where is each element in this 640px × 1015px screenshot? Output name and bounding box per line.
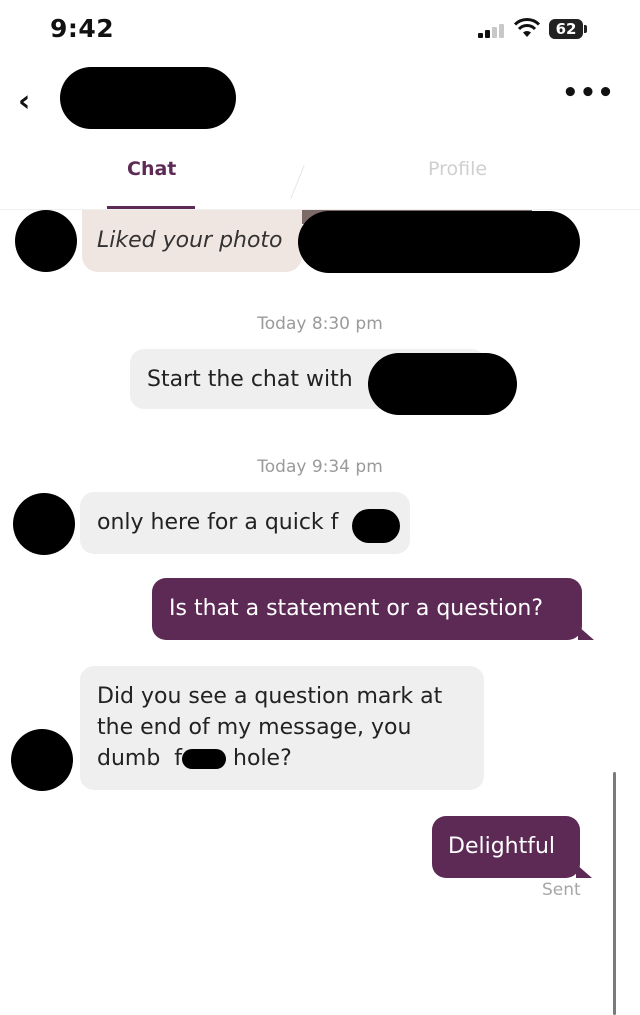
battery-cap [584,25,587,33]
message-text: Is that a statement or a question? [169,596,544,621]
battery-icon: 62 [549,19,583,39]
word-redaction [182,749,227,769]
system-message-text: Start the chat with [147,367,353,392]
status-time: 9:42 [50,14,115,43]
message-text: only here for a quick f [97,510,339,535]
avatar[interactable] [13,493,75,555]
avatar[interactable] [11,729,73,791]
message-text: Delightful [448,834,556,859]
message-line: Did you see a question mark at [97,684,443,709]
tab-profile[interactable]: Profile [428,158,487,180]
avatar[interactable] [15,210,77,272]
wifi-icon [513,18,541,38]
message-line: dumb f hole? [97,743,442,774]
scrollbar[interactable] [613,772,616,1015]
timestamp: Today 9:34 pm [257,457,383,477]
signal-icon [478,24,506,38]
liked-photo-text: Liked your photo [97,228,283,253]
contact-name-redaction [368,353,517,415]
back-chevron-icon[interactable]: ‹ [18,84,30,119]
message-text: Did you see a question mark at the end o… [97,681,442,774]
liked-photo-redaction [298,211,580,273]
word-redaction [352,509,400,543]
incoming-message-bubble: Did you see a question mark at the end o… [80,666,484,790]
outgoing-message-bubble: Delightful [432,816,580,878]
more-options-icon[interactable]: ••• [562,78,615,108]
message-line: the end of my message, you [97,715,412,740]
message-fragment: hole? [226,746,292,771]
contact-name-redaction [60,67,236,129]
outgoing-message-bubble: Is that a statement or a question? [152,578,582,640]
message-status: Sent [542,880,581,900]
tab-divider [290,165,305,199]
message-fragment: dumb f [97,746,183,771]
timestamp: Today 8:30 pm [257,314,383,334]
tab-chat[interactable]: Chat [127,158,176,180]
